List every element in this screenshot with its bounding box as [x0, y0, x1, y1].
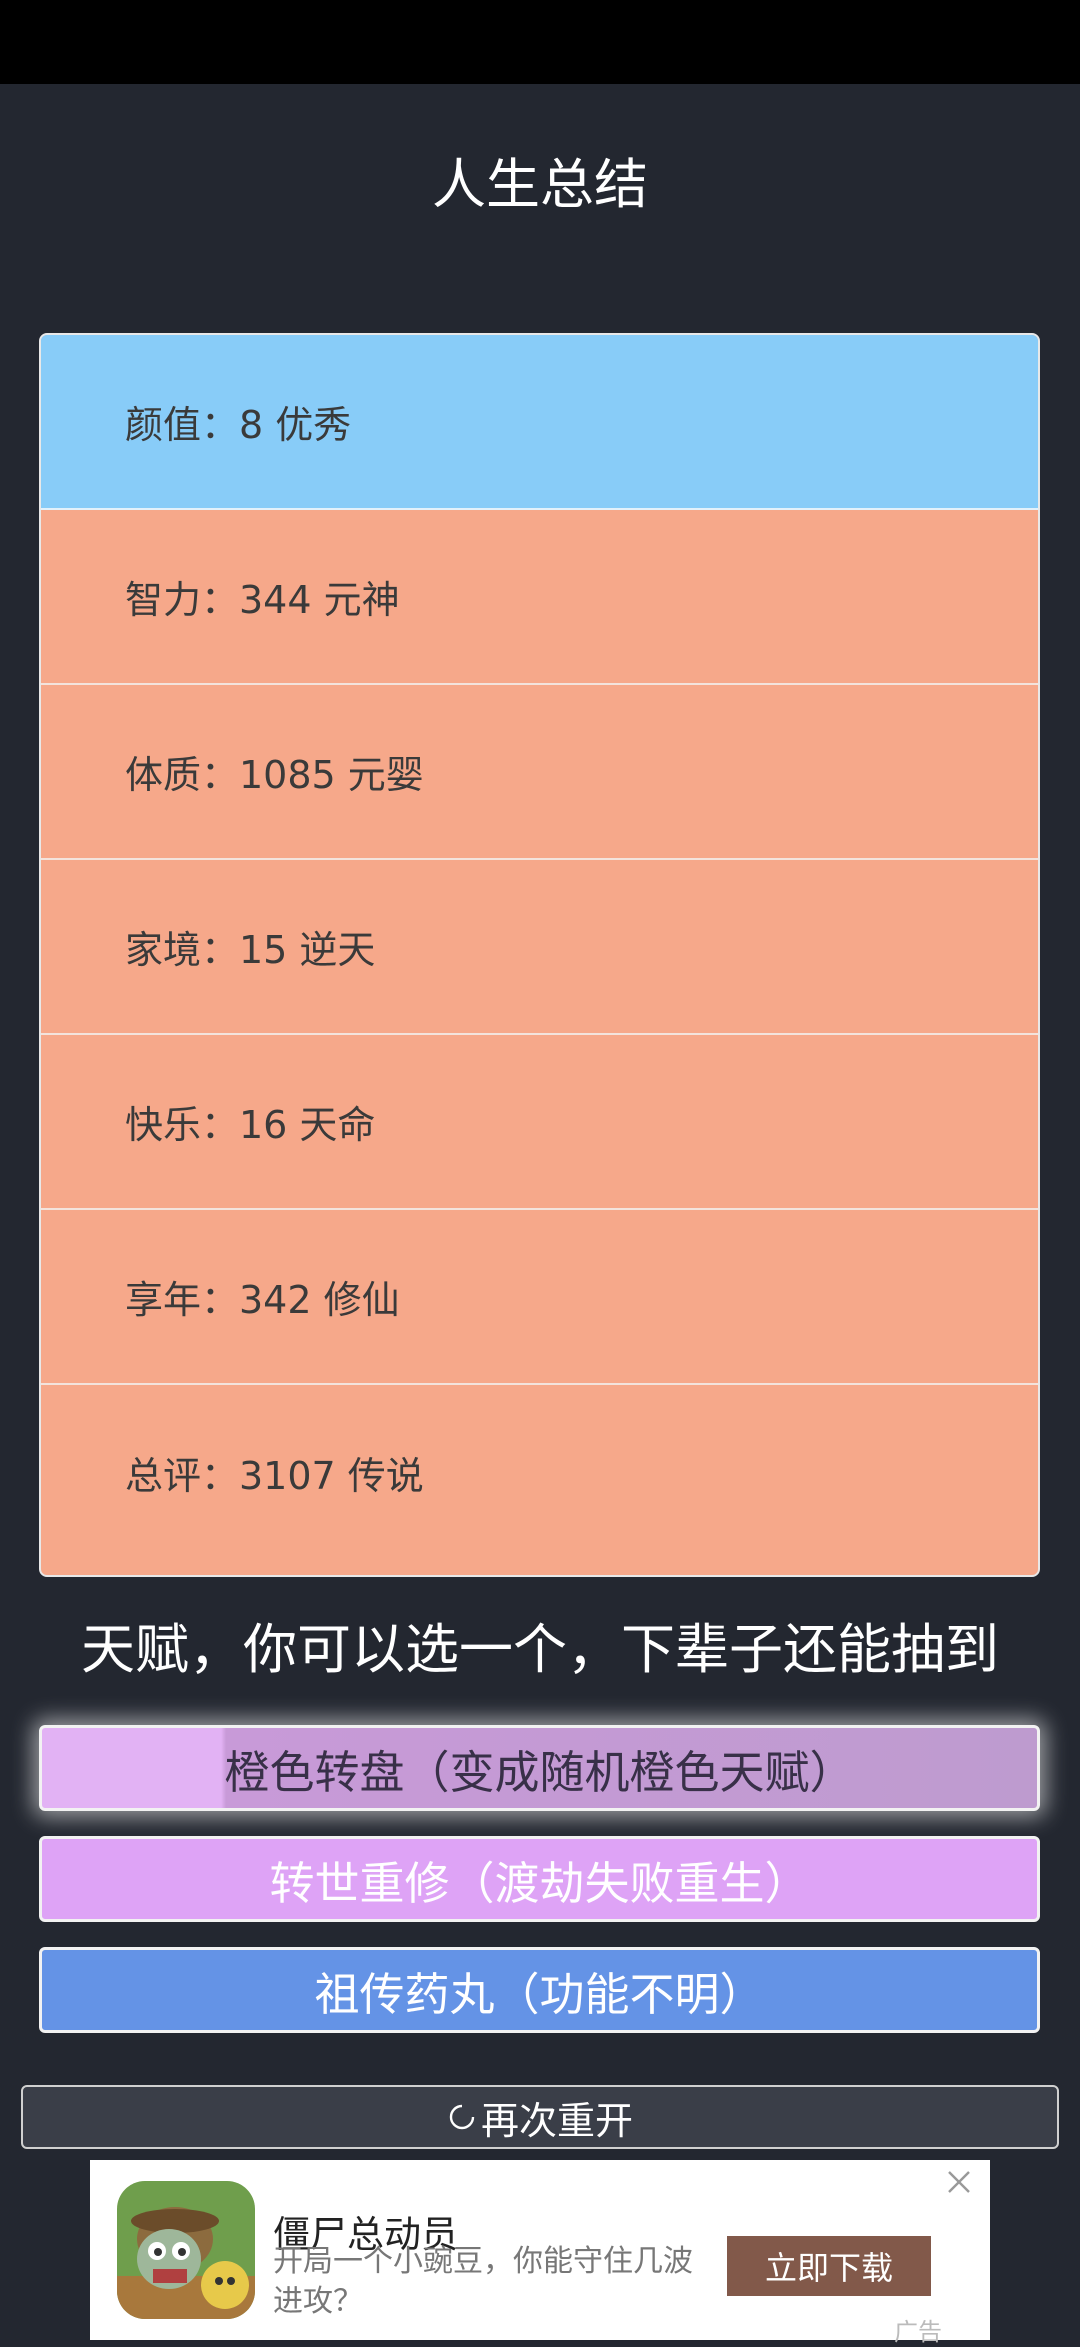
zombie-app-icon[interactable] [117, 2181, 255, 2319]
talent-option-reincarnation[interactable]: 转世重修（渡劫失败重生） [39, 1836, 1040, 1922]
life-summary-panel: 颜值：8 优秀 智力：344 元神 体质：1085 元婴 家境：15 逆天 快乐… [39, 333, 1040, 1577]
talent-option-ancestral-pill[interactable]: 祖传药丸（功能不明） [39, 1947, 1040, 2033]
summary-row-constitution: 体质：1085 元婴 [41, 685, 1038, 860]
summary-row-label: 颜值：8 优秀 [125, 403, 352, 447]
restart-button[interactable]: 再次重开 [21, 2085, 1059, 2149]
summary-row-label: 总评：3107 传说 [125, 1454, 424, 1498]
ad-banner[interactable]: 僵尸总动员 开局一个小豌豆，你能守住几波进攻？ 立即下载 广告 [90, 2160, 990, 2346]
summary-row-label: 家境：15 逆天 [125, 928, 376, 972]
summary-row-lifespan: 享年：342 修仙 [41, 1210, 1038, 1385]
summary-row-label: 快乐：16 天命 [125, 1103, 376, 1147]
summary-row-happiness: 快乐：16 天命 [41, 1035, 1038, 1210]
summary-row-label: 体质：1085 元婴 [125, 753, 424, 797]
download-button[interactable]: 立即下载 [727, 2236, 931, 2296]
status-bar [0, 0, 1080, 84]
summary-row-appearance: 颜值：8 优秀 [41, 335, 1038, 510]
summary-row-overall: 总评：3107 传说 [41, 1385, 1038, 1560]
talent-option-label: 转世重修（渡劫失败重生） [269, 1856, 810, 1910]
summary-row-label: 智力：344 元神 [125, 578, 400, 622]
summary-row-family: 家境：15 逆天 [41, 860, 1038, 1035]
restart-label: 再次重开 [480, 2098, 633, 2143]
page-title: 人生总结 [432, 153, 648, 216]
refresh-icon [449, 2104, 475, 2130]
summary-row-intelligence: 智力：344 元神 [41, 510, 1038, 685]
close-icon[interactable] [945, 2168, 973, 2196]
talent-option-label: 橙色转盘（变成随机橙色天赋） [224, 1745, 855, 1799]
talent-option-label: 祖传药丸（功能不明） [314, 1967, 765, 2021]
talent-option-orange-wheel[interactable]: 橙色转盘（变成随机橙色天赋） [39, 1725, 1040, 1811]
ad-label: 广告 [894, 2318, 942, 2346]
summary-row-label: 享年：342 修仙 [125, 1278, 400, 1322]
talent-heading: 天赋，你可以选一个，下辈子还能抽到 [81, 1618, 999, 1681]
ad-description: 开局一个小豌豆，你能守住几波进攻？ [273, 2244, 693, 2319]
